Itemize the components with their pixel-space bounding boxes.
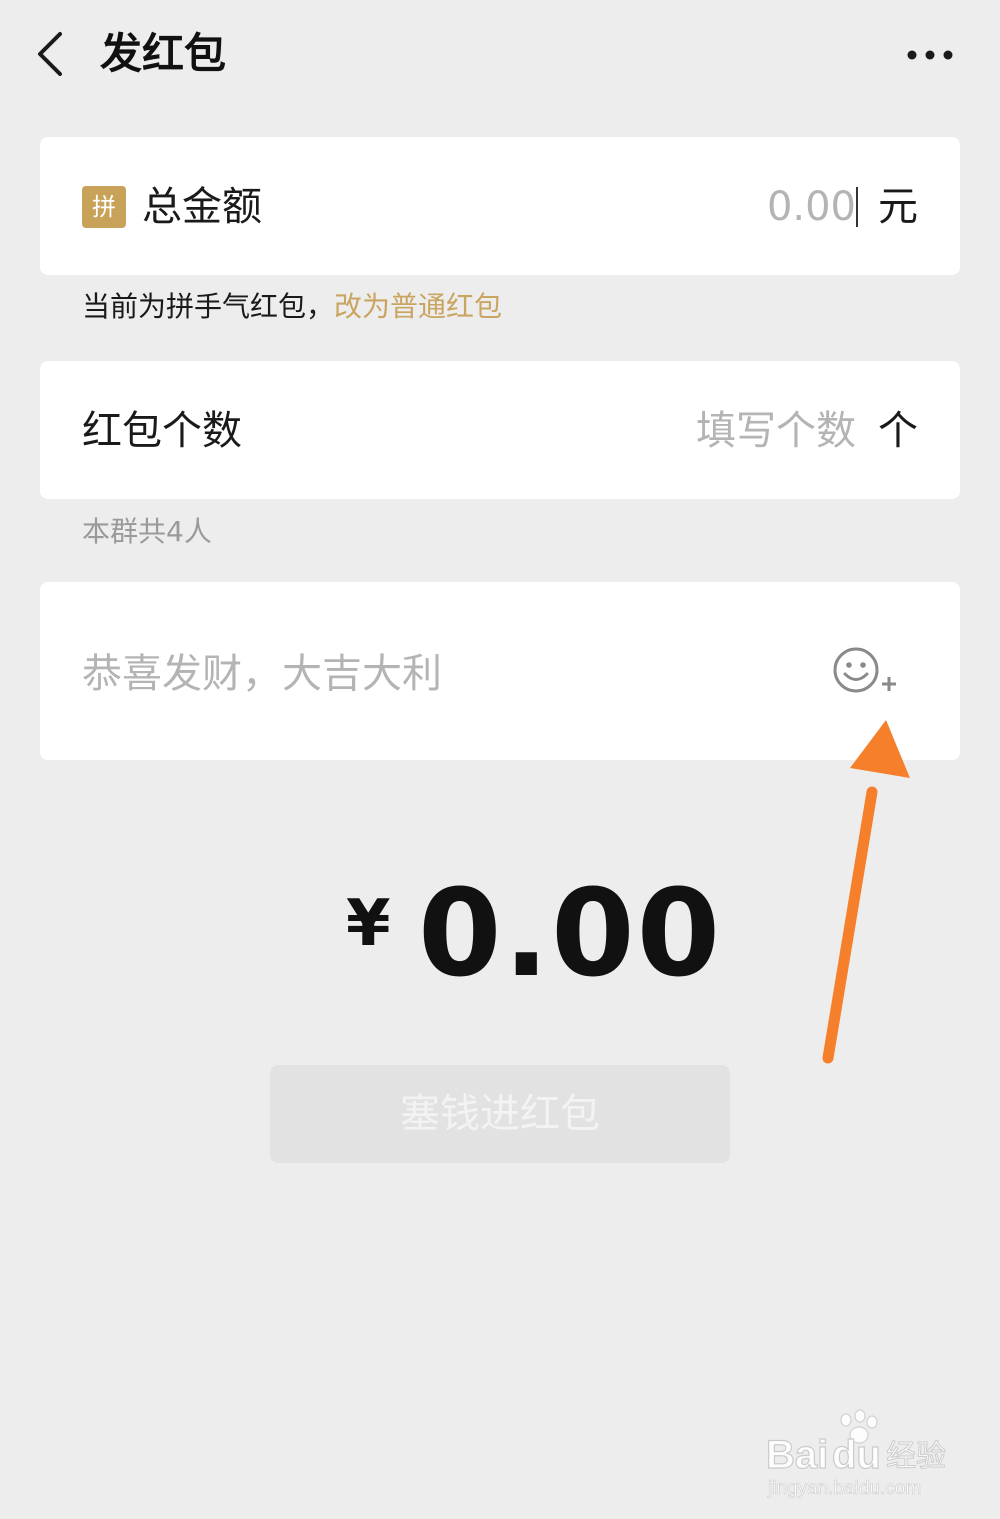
lucky-mode-badge: 拼 xyxy=(82,186,126,228)
watermark-suffix: 经验 xyxy=(886,1439,946,1474)
amount-label: 总金额 xyxy=(142,184,262,230)
watermark-url: jingyan.baidu.com xyxy=(767,1478,921,1499)
count-label: 红包个数 xyxy=(82,408,242,454)
count-input[interactable] xyxy=(630,407,856,455)
currency-symbol: ¥ xyxy=(346,887,391,961)
svg-text:du: du xyxy=(832,1433,881,1477)
total-value: 0.00 xyxy=(418,865,723,1004)
group-member-count: 本群共4人 xyxy=(82,515,212,548)
switch-to-normal-link[interactable]: 改为普通红包 xyxy=(334,290,502,323)
mode-hint: 当前为拼手气红包，改为普通红包 xyxy=(82,287,502,327)
baidu-jingyan-watermark: Bai du 经验 jingyan.baidu.com xyxy=(766,1409,947,1499)
count-unit: 个 xyxy=(878,408,918,454)
count-card: 红包个数 个 xyxy=(40,361,960,499)
emoji-add-button[interactable] xyxy=(830,644,900,700)
put-money-button[interactable]: 塞钱进红包 xyxy=(270,1065,730,1163)
more-button[interactable] xyxy=(900,38,960,72)
back-button[interactable] xyxy=(28,26,78,82)
total-amount: ¥ 0.00 xyxy=(0,870,1000,1000)
amount-card: 拼 总金额 元 xyxy=(40,137,960,275)
emoji-add-icon xyxy=(833,647,896,693)
chevron-left-icon xyxy=(38,32,62,76)
watermark-brand: Bai xyxy=(766,1433,828,1477)
amount-unit: 元 xyxy=(878,184,918,230)
greeting-input[interactable] xyxy=(82,646,782,702)
text-caret xyxy=(856,187,858,227)
amount-input[interactable] xyxy=(680,183,856,231)
top-bar: 发红包 xyxy=(0,0,1000,110)
mode-hint-text: 当前为拼手气红包， xyxy=(82,290,335,323)
more-horizontal-icon xyxy=(907,50,953,60)
page-title: 发红包 xyxy=(100,29,227,78)
